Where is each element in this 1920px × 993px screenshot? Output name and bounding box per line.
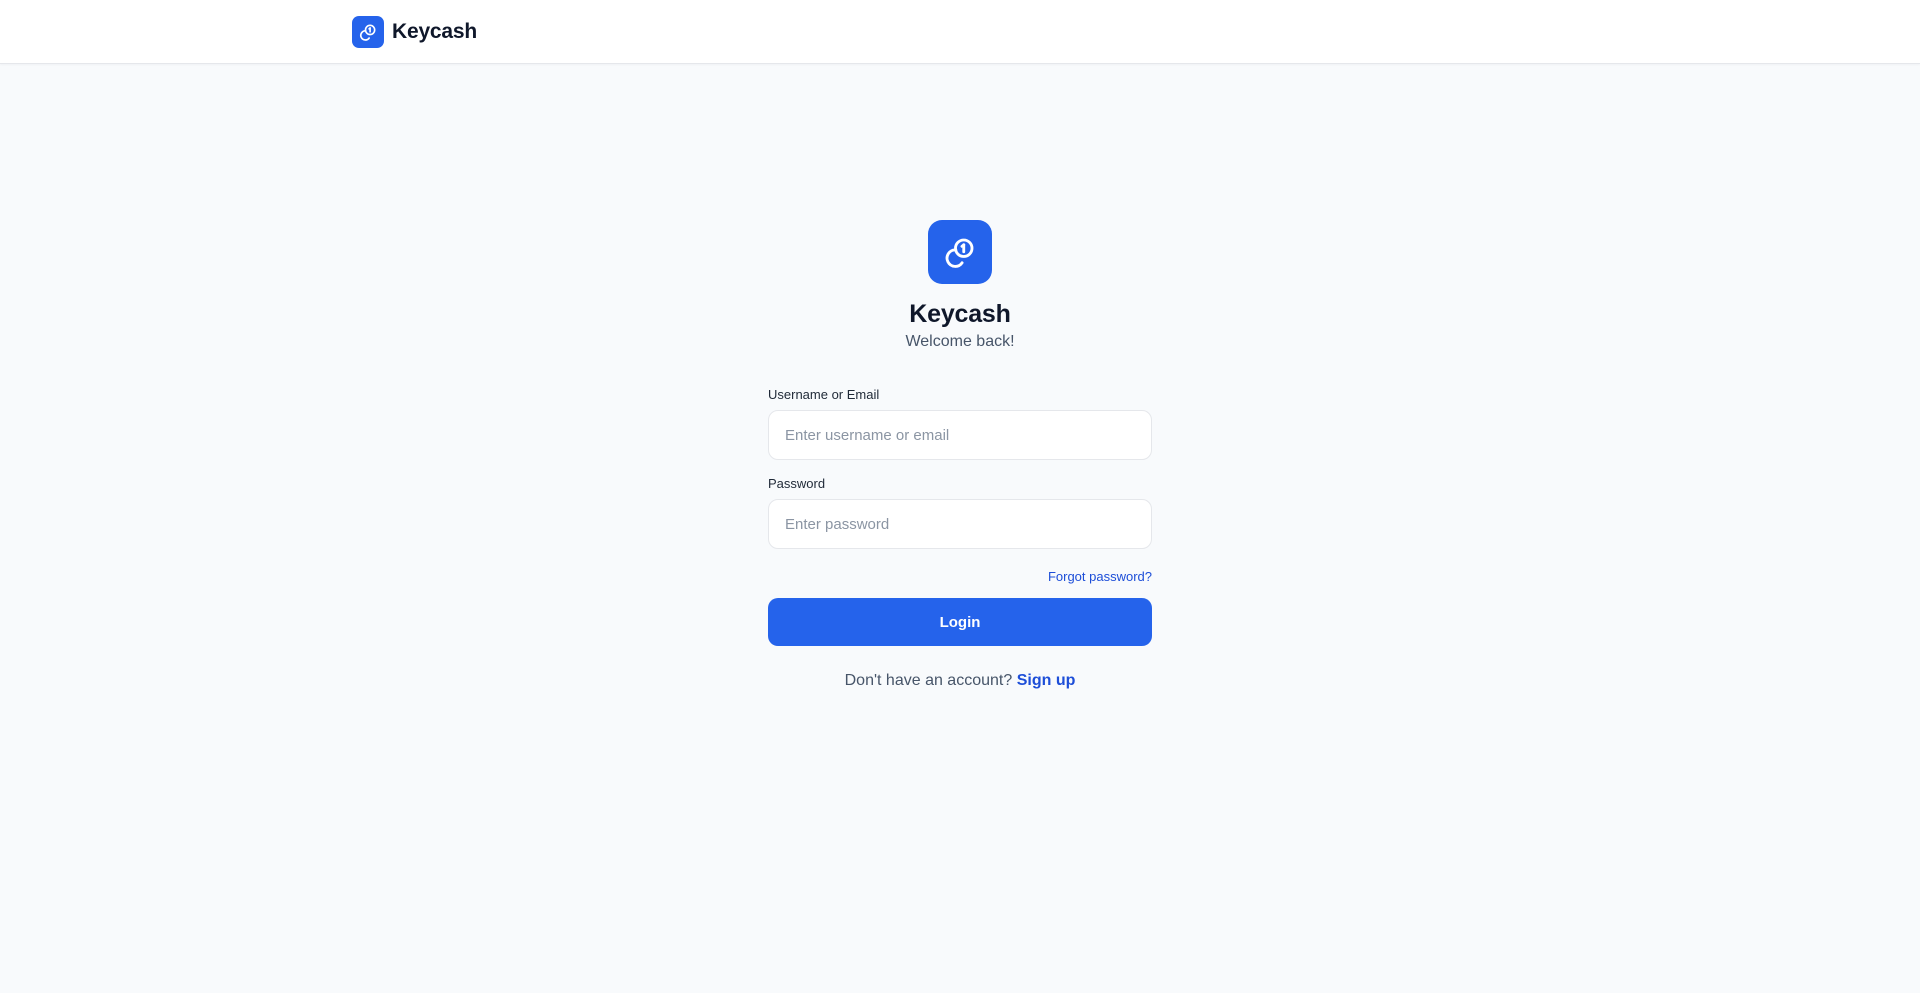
keycash-logo-icon	[352, 16, 384, 48]
login-button[interactable]: Login	[768, 598, 1152, 646]
login-card: Keycash Welcome back! Username or Email …	[768, 220, 1152, 690]
signup-link[interactable]: Sign up	[1017, 672, 1076, 689]
top-navbar: Keycash	[0, 0, 1920, 64]
username-field-group: Username or Email	[768, 387, 1152, 460]
forgot-password-link[interactable]: Forgot password?	[1048, 569, 1152, 584]
forgot-password-row: Forgot password?	[768, 568, 1152, 586]
password-label: Password	[768, 476, 826, 491]
page-subtitle: Welcome back!	[905, 333, 1015, 350]
brand-name: Keycash	[392, 20, 477, 43]
signup-row: Don't have an account? Sign up	[768, 672, 1152, 690]
keycash-hero-logo-icon	[928, 220, 992, 284]
password-field-group: Password	[768, 476, 1152, 549]
username-input[interactable]	[768, 410, 1152, 460]
login-form: Username or Email Password Forgot passwo…	[768, 387, 1152, 690]
password-input[interactable]	[768, 499, 1152, 549]
signup-prompt: Don't have an account?	[844, 672, 1013, 689]
brand-home-link[interactable]: Keycash	[352, 16, 477, 48]
page-title: Keycash	[909, 300, 1011, 328]
username-label: Username or Email	[768, 387, 880, 402]
